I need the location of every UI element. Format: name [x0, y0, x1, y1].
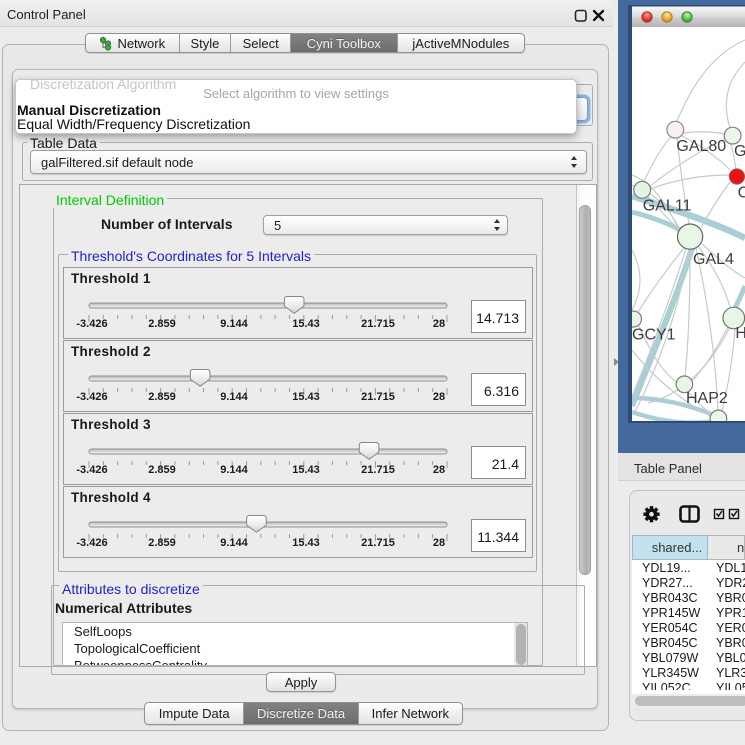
- svg-text:GAL4: GAL4: [693, 251, 734, 268]
- svg-text:GAL80: GAL80: [676, 138, 726, 155]
- svg-text:HA: HA: [735, 325, 745, 342]
- svg-text:HAP2: HAP2: [686, 390, 728, 407]
- svg-text:GCY1: GCY1: [632, 327, 676, 344]
- svg-text:GA: GA: [734, 143, 745, 160]
- svg-text:GAL11: GAL11: [643, 197, 692, 214]
- svg-text:CY: CY: [738, 185, 745, 202]
